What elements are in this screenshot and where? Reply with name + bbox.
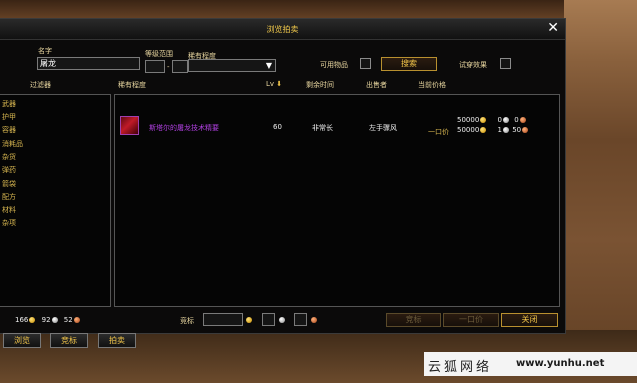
silver-coin-icon bbox=[502, 127, 509, 133]
bid-button[interactable]: 竞标 bbox=[386, 313, 441, 327]
bid-silver-amount: 0 bbox=[497, 116, 502, 124]
player-money: 166 92 52 bbox=[15, 316, 81, 324]
column-header-seller[interactable]: 出售者 bbox=[366, 80, 387, 90]
filter-item[interactable]: 材料 bbox=[2, 205, 16, 215]
level-range-label: 等级范围 bbox=[145, 50, 173, 58]
column-header-time-left[interactable]: 剩余时间 bbox=[306, 80, 334, 90]
money-copper-amount: 52 bbox=[63, 316, 73, 324]
watermark: 云狐网络 www.yunhu.net bbox=[424, 352, 637, 376]
bid-gold-amount: 50000 bbox=[457, 116, 480, 124]
filter-item[interactable]: 容器 bbox=[2, 125, 16, 135]
auction-house-window: 浏览拍卖 ✕ 名字 等级范围 - 稀有程度 ▼ 可用物品 搜索 试穿效果 过滤器… bbox=[0, 18, 566, 334]
copper-coin-icon bbox=[311, 317, 317, 323]
watermark-url: www.yunhu.net bbox=[516, 358, 605, 369]
gold-coin-icon bbox=[29, 317, 36, 323]
level-range-dash: - bbox=[167, 63, 170, 71]
window-title: 浏览拍卖 bbox=[266, 25, 299, 34]
wooden-wall bbox=[564, 0, 637, 383]
copper-coin-icon bbox=[519, 117, 526, 123]
item-name[interactable]: 斯塔尔的屠龙技术精要 bbox=[149, 123, 219, 133]
item-level: 60 bbox=[273, 123, 282, 131]
buyout-button[interactable]: 一口价 bbox=[443, 313, 499, 327]
gold-coin-icon bbox=[246, 317, 252, 323]
filters-panel: 武器 护甲 容器 消耗品 杂货 弹药 箭袋 配方 材料 杂项 bbox=[0, 94, 111, 307]
buyout-gold-amount: 50000 bbox=[457, 126, 480, 134]
bid-gold-input[interactable] bbox=[203, 313, 243, 326]
min-level-input[interactable] bbox=[145, 60, 165, 73]
try-on-label: 试穿效果 bbox=[459, 61, 487, 69]
gold-coin-icon bbox=[480, 127, 487, 133]
silver-coin-icon bbox=[502, 117, 509, 123]
filter-item[interactable]: 杂项 bbox=[2, 218, 16, 228]
filters-header: 过滤器 bbox=[30, 81, 51, 89]
search-button[interactable]: 搜索 bbox=[381, 57, 437, 71]
bid-copper-amount: 0 bbox=[514, 116, 519, 124]
filter-item[interactable]: 护甲 bbox=[2, 112, 16, 122]
bid-copper-input[interactable] bbox=[294, 313, 307, 326]
watermark-text: 云狐网络 bbox=[428, 360, 493, 375]
sort-arrow-icon: ⬇ bbox=[276, 80, 283, 88]
filter-item[interactable]: 箭袋 bbox=[2, 179, 16, 189]
column-header-level[interactable]: Lv ⬇ bbox=[266, 80, 282, 88]
filter-item[interactable]: 消耗品 bbox=[2, 139, 23, 149]
name-search-input[interactable] bbox=[37, 57, 140, 70]
tab-bids[interactable]: 竞标 bbox=[50, 333, 88, 348]
tab-auctions[interactable]: 拍卖 bbox=[98, 333, 136, 348]
column-header-level-label: Lv bbox=[266, 80, 275, 88]
money-silver-amount: 92 bbox=[41, 316, 51, 324]
max-level-input[interactable] bbox=[172, 60, 188, 73]
bid-price: 50000 0 0 bbox=[457, 116, 527, 124]
filter-item[interactable]: 配方 bbox=[2, 192, 16, 202]
buyout-silver-amount: 1 bbox=[497, 126, 502, 134]
silver-coin-icon bbox=[51, 317, 58, 323]
item-time-left: 非常长 bbox=[312, 124, 333, 132]
item-seller: 左手骤风 bbox=[369, 124, 397, 132]
usable-items-checkbox[interactable] bbox=[360, 58, 371, 69]
filter-item[interactable]: 弹药 bbox=[2, 165, 16, 175]
bid-silver-input[interactable] bbox=[262, 313, 275, 326]
name-label: 名字 bbox=[38, 47, 52, 55]
close-icon[interactable]: ✕ bbox=[547, 21, 559, 35]
copper-coin-icon bbox=[73, 317, 80, 323]
buyout-label: 一口价 bbox=[428, 128, 449, 136]
copper-coin-icon bbox=[522, 127, 529, 133]
buyout-price: 50000 1 50 bbox=[457, 126, 529, 134]
column-header-rarity[interactable]: 稀有程度 bbox=[118, 80, 146, 90]
filter-item[interactable]: 杂货 bbox=[2, 152, 16, 162]
table-row[interactable]: 斯塔尔的屠龙技术精要 60 非常长 左手骤风 50000 0 0 一口价 500… bbox=[115, 115, 558, 139]
bid-input-label: 竞标 bbox=[180, 317, 194, 325]
rarity-dropdown[interactable]: ▼ bbox=[188, 59, 276, 72]
money-gold-amount: 166 bbox=[15, 316, 29, 324]
close-button[interactable]: 关闭 bbox=[501, 313, 558, 327]
column-header-current-price[interactable]: 当前价格 bbox=[418, 80, 446, 90]
try-on-checkbox[interactable] bbox=[500, 58, 511, 69]
title-bar: 浏览拍卖 ✕ bbox=[0, 19, 565, 40]
usable-items-label: 可用物品 bbox=[320, 61, 348, 69]
buyout-copper-amount: 50 bbox=[512, 126, 522, 134]
chevron-down-icon: ▼ bbox=[265, 61, 273, 70]
book-icon bbox=[120, 116, 139, 135]
silver-coin-icon bbox=[279, 317, 285, 323]
gold-coin-icon bbox=[480, 117, 487, 123]
tab-browse[interactable]: 浏览 bbox=[3, 333, 41, 348]
filter-item[interactable]: 武器 bbox=[2, 99, 16, 109]
